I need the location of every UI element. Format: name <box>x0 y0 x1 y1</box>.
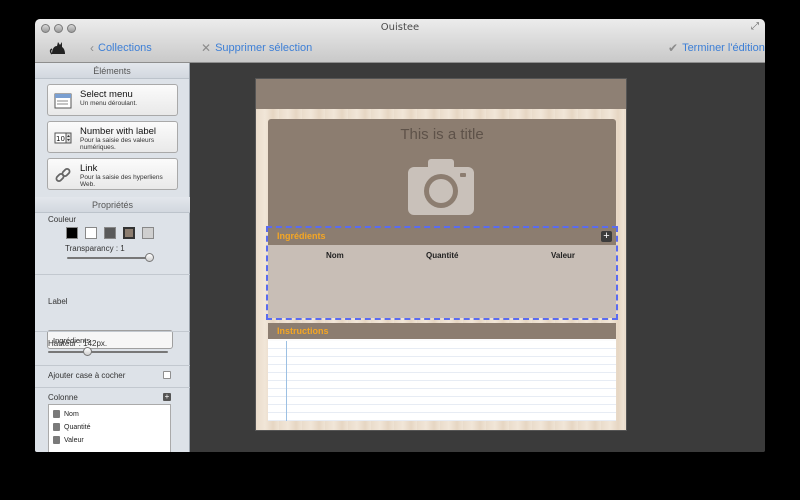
instructions-section[interactable]: Instructions <box>268 323 616 421</box>
document-header-band <box>256 79 626 109</box>
window-title: Ouistee <box>380 22 420 33</box>
color-swatch-gray[interactable] <box>104 227 116 239</box>
sidebar: Éléments Select menu Un menu déroulant. … <box>35 63 190 452</box>
finish-editing-button[interactable]: ✔ Terminer l'édition <box>668 41 765 55</box>
column-header-quantity: Quantité <box>426 251 459 260</box>
add-row-button[interactable]: + <box>601 231 612 242</box>
ingredients-table[interactable]: Ingrédients + Nom Quantité Valeur <box>268 228 616 318</box>
checkbox-label: Ajouter case à cocher <box>48 371 126 380</box>
color-swatch-white[interactable] <box>85 227 97 239</box>
number-stepper-icon: 10 <box>54 132 72 144</box>
properties-heading: Propriétés <box>35 197 190 213</box>
transparency-slider-knob[interactable] <box>145 253 154 262</box>
color-swatch-light-gray[interactable] <box>142 227 154 239</box>
fullscreen-icon[interactable]: ⤢ <box>751 22 761 32</box>
elements-heading: Éléments <box>35 63 189 79</box>
svg-text:10: 10 <box>56 135 65 143</box>
drag-handle-icon[interactable] <box>53 410 60 418</box>
element-select-menu[interactable]: Select menu Un menu déroulant. <box>47 84 178 116</box>
margin-line <box>286 341 287 421</box>
add-checkbox-toggle[interactable] <box>163 371 171 379</box>
color-label: Couleur <box>48 215 77 224</box>
title-card[interactable]: This is a title <box>268 119 616 228</box>
delete-selection-button[interactable]: ✕ Supprimer sélection <box>201 41 312 55</box>
titlebar: Ouistee ⤢ ‹ Collections ✕ Supprimer séle… <box>35 19 765 63</box>
list-item[interactable]: Valeur <box>53 436 84 444</box>
divider <box>35 365 190 366</box>
checkmark-icon: ✔ <box>668 41 679 55</box>
color-swatch-black[interactable] <box>66 227 78 239</box>
height-slider-track[interactable] <box>48 351 168 353</box>
chevron-left-icon: ‹ <box>90 41 94 55</box>
ingredients-title: Ingrédients <box>277 231 326 241</box>
height-slider-knob[interactable] <box>83 347 92 356</box>
color-swatch-brown[interactable] <box>123 227 135 239</box>
instructions-header: Instructions <box>268 323 616 339</box>
close-icon: ✕ <box>201 41 212 55</box>
select-menu-icon <box>54 93 72 109</box>
divider <box>35 387 190 388</box>
document-page: This is a title Ingrédients + Nom Quanti… <box>255 78 627 431</box>
drag-handle-icon[interactable] <box>53 423 60 431</box>
divider <box>35 331 190 332</box>
transparency-label: Transparancy : 1 <box>65 244 125 253</box>
list-item[interactable]: Quantité <box>53 423 90 431</box>
element-number-with-label[interactable]: 10 Number with label Pour la saisie des … <box>47 121 178 153</box>
document-title[interactable]: This is a title <box>268 126 616 143</box>
add-column-button[interactable]: + <box>163 393 171 401</box>
list-item[interactable]: Nom <box>53 410 79 418</box>
element-link[interactable]: Link Pour la saisie des hyperliens Web. <box>47 158 178 190</box>
label-heading: Label <box>48 297 68 306</box>
transparency-slider-track[interactable] <box>67 257 153 259</box>
column-header-name: Nom <box>326 251 344 260</box>
lined-text-area[interactable] <box>268 341 616 421</box>
instructions-title: Instructions <box>277 326 329 336</box>
height-label: Hauteur : 142px. <box>48 339 108 348</box>
app-logo-icon <box>49 42 65 55</box>
columns-list: Nom Quantité Valeur <box>48 404 171 452</box>
divider <box>35 274 190 275</box>
ingredients-header: Ingrédients + <box>268 228 616 245</box>
columns-heading: Colonne <box>48 393 78 402</box>
collections-button[interactable]: ‹ Collections <box>90 41 152 55</box>
drag-handle-icon[interactable] <box>53 436 60 444</box>
column-header-value: Valeur <box>551 251 576 260</box>
link-icon <box>55 168 71 182</box>
camera-icon[interactable] <box>406 155 476 217</box>
